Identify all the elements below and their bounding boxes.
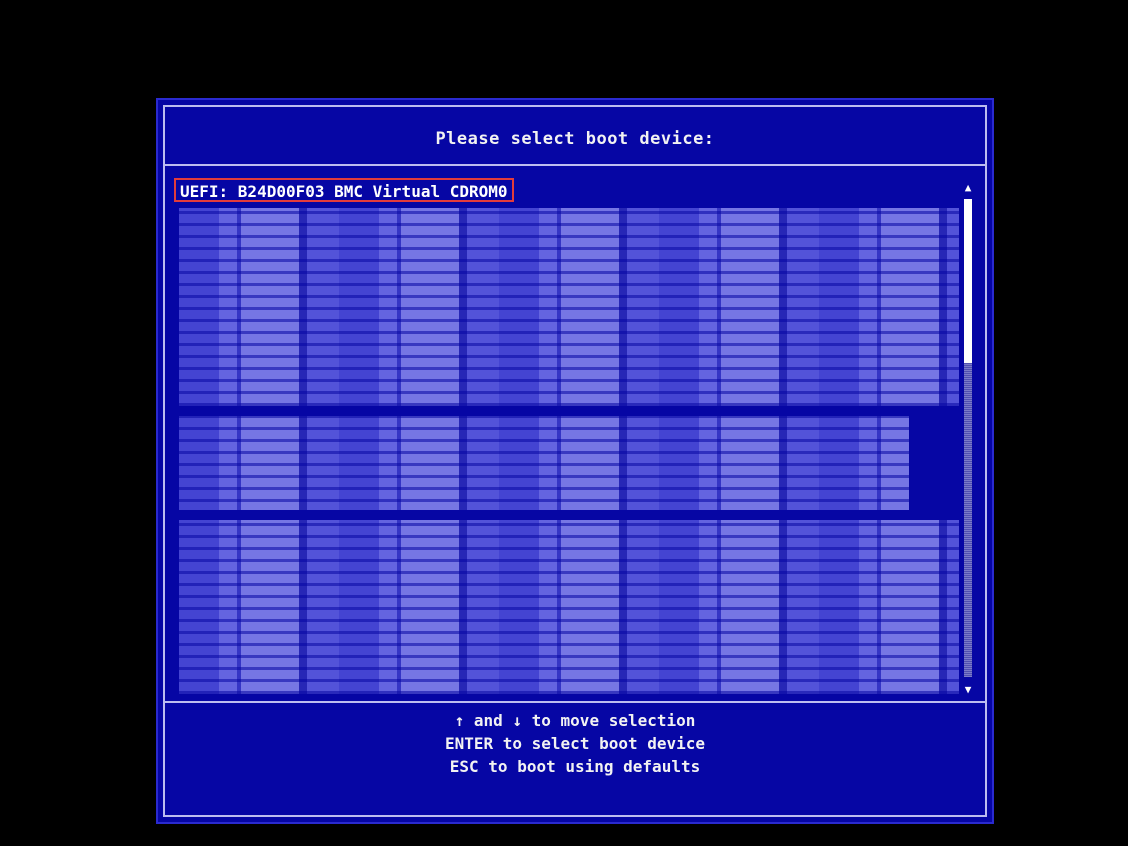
help-line-navigate: ↑ and ↓ to move selection: [454, 711, 696, 730]
scroll-up-icon[interactable]: ▲: [961, 181, 975, 195]
device-list-scrollbar[interactable]: ▲ ▼: [961, 181, 975, 697]
redacted-gap: [179, 406, 959, 416]
dialog-title: Please select boot device:: [435, 129, 715, 149]
redacted-gap: [179, 510, 959, 520]
bios-screen: Please select boot device: UEFI: B24D00F…: [0, 0, 1128, 846]
scroll-thumb[interactable]: [964, 199, 972, 363]
help-line-enter: ENTER to select boot device: [444, 734, 706, 753]
help-text: ↑ and ↓ to move selection ENTER to selec…: [165, 709, 985, 778]
scroll-down-icon[interactable]: ▼: [961, 683, 975, 697]
help-divider: [165, 701, 985, 703]
boot-device-item-selected[interactable]: UEFI: B24D00F03 BMC Virtual CDROM0: [174, 178, 514, 202]
dialog-frame: Please select boot device: UEFI: B24D00F…: [163, 105, 987, 817]
help-line-esc: ESC to boot using defaults: [449, 757, 701, 776]
redacted-gap: [909, 416, 959, 510]
title-divider: [165, 164, 985, 166]
boot-device-dialog: Please select boot device: UEFI: B24D00F…: [156, 98, 994, 824]
boot-device-list: UEFI: B24D00F03 BMC Virtual CDROM0: [173, 178, 963, 698]
redacted-device-list: [179, 208, 959, 694]
